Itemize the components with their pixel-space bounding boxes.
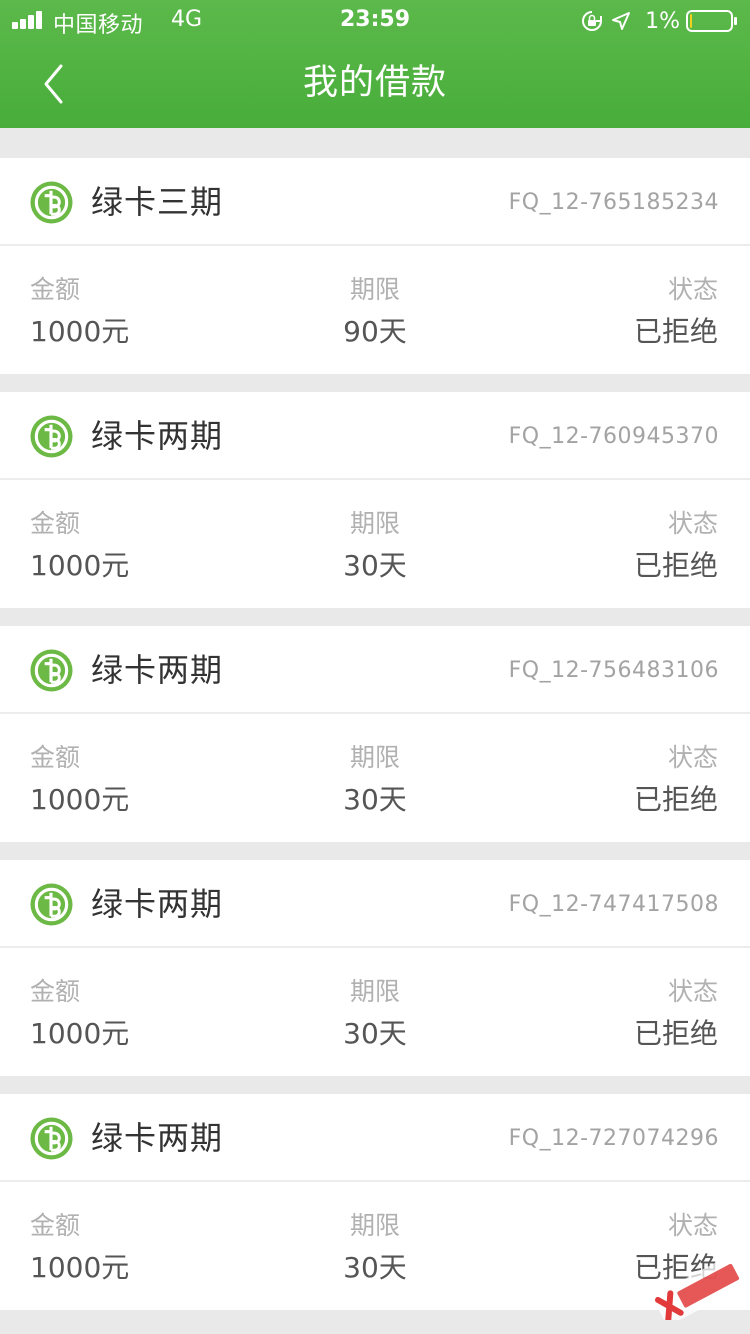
- status-value: 已拒绝: [633, 783, 718, 816]
- app-header: 中国移动 4G 23:59 1% 我的借款: [0, 0, 750, 128]
- loan-order-number: FQ_12-765185234: [508, 190, 719, 215]
- loan-product-name: 绿卡三期: [91, 183, 224, 221]
- page-title: 我的借款: [302, 63, 447, 103]
- amount-label: 金额: [30, 275, 81, 304]
- amount-value: 1000元: [30, 549, 130, 582]
- loan-term-field: 期限 30天: [300, 1208, 450, 1287]
- status-value: 已拒绝: [633, 315, 718, 348]
- loan-card-details: 金额 1000元 期限 30天 状态 已拒绝: [0, 714, 750, 842]
- term-label: 期限: [349, 275, 400, 304]
- loan-card-header: 绿卡两期 FQ_12-760945370: [0, 392, 750, 480]
- term-label: 期限: [349, 977, 400, 1006]
- loan-card[interactable]: 绿卡两期 FQ_12-727074296 金额 1000元 期限 30天 状态 …: [0, 1094, 750, 1310]
- battery-low-icon: [686, 10, 737, 32]
- status-label: 状态: [667, 509, 718, 538]
- loan-card-header: 绿卡两期 FQ_12-727074296: [0, 1094, 750, 1182]
- loan-order-number: FQ_12-747417508: [508, 892, 719, 917]
- status-bar: 中国移动 4G 23:59 1%: [0, 0, 750, 42]
- loan-amount-field: 金额 1000元: [30, 974, 129, 1053]
- green-card-logo-icon: [30, 883, 73, 926]
- loan-term-field: 期限 30天: [300, 506, 450, 585]
- green-card-logo-icon: [30, 649, 73, 692]
- loan-card[interactable]: 绿卡两期 FQ_12-747417508 金额 1000元 期限 30天 状态 …: [0, 860, 750, 1076]
- battery-percent: 1%: [645, 8, 680, 34]
- loan-amount-field: 金额 1000元: [30, 1208, 129, 1287]
- green-card-logo-icon: [30, 415, 73, 458]
- term-label: 期限: [349, 743, 400, 772]
- loan-product-name: 绿卡两期: [91, 1119, 224, 1157]
- status-icons: 1%: [581, 8, 738, 34]
- loan-order-number: FQ_12-756483106: [508, 658, 719, 683]
- loan-term-field: 期限 30天: [300, 740, 450, 819]
- loan-product-name: 绿卡两期: [91, 651, 224, 689]
- loan-status-field: 状态 已拒绝: [634, 974, 718, 1053]
- amount-value: 1000元: [30, 1251, 130, 1284]
- loan-product-name: 绿卡两期: [91, 417, 224, 455]
- amount-value: 1000元: [30, 315, 130, 348]
- nav-bar: 我的借款: [0, 42, 750, 128]
- amount-value: 1000元: [30, 783, 130, 816]
- loan-card[interactable]: 绿卡两期 FQ_12-756483106 金额 1000元 期限 30天 状态 …: [0, 626, 750, 842]
- loan-amount-field: 金额 1000元: [30, 740, 129, 819]
- loan-term-field: 期限 30天: [300, 974, 450, 1053]
- amount-label: 金额: [30, 509, 81, 538]
- loan-card-header: 绿卡两期 FQ_12-756483106: [0, 626, 750, 714]
- loan-amount-field: 金额 1000元: [30, 272, 129, 351]
- status-label: 状态: [667, 1211, 718, 1240]
- loan-card[interactable]: 绿卡三期 FQ_12-765185234 金额 1000元 期限 90天 状态 …: [0, 158, 750, 374]
- loan-card-details: 金额 1000元 期限 30天 状态 已拒绝: [0, 480, 750, 608]
- term-value: 30天: [343, 1251, 407, 1284]
- term-value: 30天: [343, 783, 407, 816]
- loan-card-header: 绿卡两期 FQ_12-747417508: [0, 860, 750, 948]
- loan-status-field: 状态 已拒绝: [634, 272, 718, 351]
- status-value: 已拒绝: [633, 549, 718, 582]
- term-value: 90天: [343, 315, 407, 348]
- loan-status-field: 状态 已拒绝: [634, 506, 718, 585]
- kanong-community-watermark-logo: [653, 1260, 748, 1320]
- status-label: 状态: [667, 275, 718, 304]
- loan-order-number: FQ_12-727074296: [508, 1126, 719, 1151]
- loan-term-field: 期限 90天: [300, 272, 450, 351]
- term-value: 30天: [343, 549, 407, 582]
- amount-label: 金额: [30, 1211, 81, 1240]
- term-label: 期限: [349, 1211, 400, 1240]
- status-label: 状态: [667, 743, 718, 772]
- loan-card-details: 金额 1000元 期限 30天 状态 已拒绝: [0, 948, 750, 1076]
- term-value: 30天: [343, 1017, 407, 1050]
- term-label: 期限: [349, 509, 400, 538]
- loan-card-header: 绿卡三期 FQ_12-765185234: [0, 158, 750, 246]
- amount-label: 金额: [30, 743, 81, 772]
- loan-card-details: 金额 1000元 期限 30天 状态 已拒绝: [0, 1182, 750, 1310]
- amount-label: 金额: [30, 977, 81, 1006]
- loan-order-number: FQ_12-760945370: [508, 424, 719, 449]
- green-card-logo-icon: [30, 1117, 73, 1160]
- loan-product-name: 绿卡两期: [91, 885, 224, 923]
- loan-status-field: 状态 已拒绝: [634, 740, 718, 819]
- orientation-lock-icon: [582, 11, 603, 31]
- status-value: 已拒绝: [633, 1017, 718, 1050]
- status-label: 状态: [667, 977, 718, 1006]
- green-card-logo-icon: [30, 181, 73, 224]
- loan-amount-field: 金额 1000元: [30, 506, 129, 585]
- location-arrow-icon: [612, 12, 631, 30]
- loan-card[interactable]: 绿卡两期 FQ_12-760945370 金额 1000元 期限 30天 状态 …: [0, 392, 750, 608]
- loan-list: 绿卡三期 FQ_12-765185234 金额 1000元 期限 90天 状态 …: [0, 158, 750, 1328]
- loan-card-details: 金额 1000元 期限 90天 状态 已拒绝: [0, 246, 750, 374]
- amount-value: 1000元: [30, 1017, 130, 1050]
